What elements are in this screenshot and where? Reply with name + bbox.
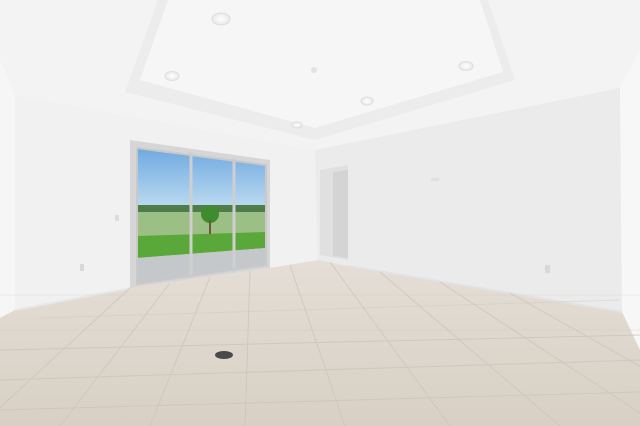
recessed-light: [211, 12, 231, 26]
left-wall-edge: [0, 60, 15, 318]
wall-switch: [115, 215, 119, 221]
floor-vent: [215, 351, 233, 359]
doorway-interior: [333, 170, 348, 258]
recessed-light: [291, 121, 303, 129]
wall-thermostat: [431, 178, 439, 181]
door-glass-trees: [137, 205, 266, 212]
room-photo: [0, 0, 640, 426]
tree-trunk: [209, 220, 211, 234]
recessed-light: [164, 71, 180, 81]
right-wall: [620, 50, 640, 350]
recessed-light: [360, 96, 374, 106]
wall-outlet: [80, 264, 84, 271]
smoke-detector: [311, 67, 317, 73]
recessed-light: [458, 61, 474, 71]
wall-outlet: [545, 265, 550, 273]
